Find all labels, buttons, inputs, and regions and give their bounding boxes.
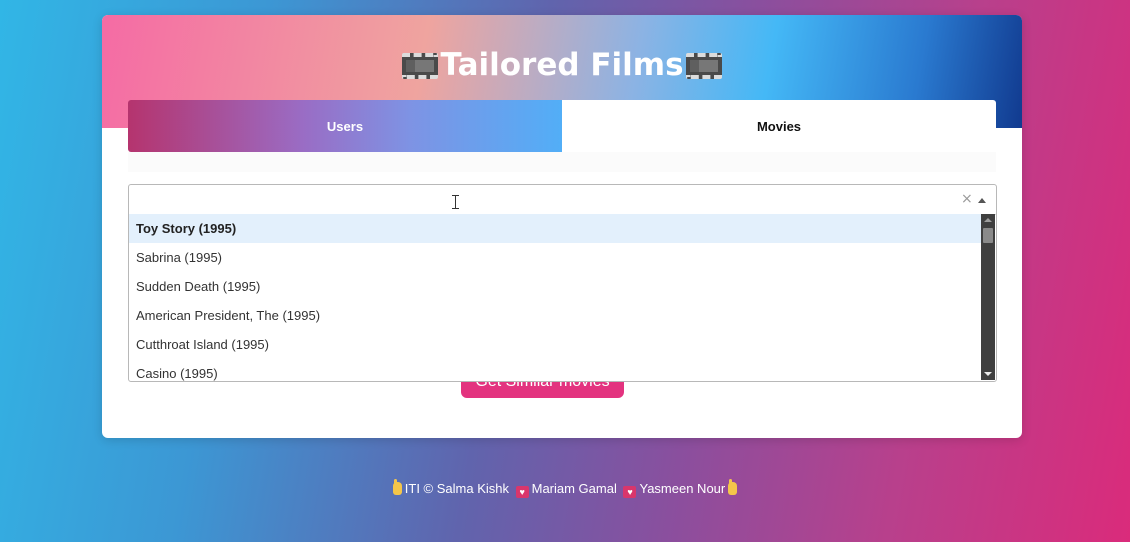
- scroll-thumb[interactable]: [983, 228, 993, 243]
- movie-option[interactable]: Sudden Death (1995): [129, 272, 981, 301]
- crossed-fingers-icon: [392, 479, 402, 495]
- app-title-text: Tailored Films: [440, 47, 684, 83]
- movie-option[interactable]: Sabrina (1995): [129, 243, 981, 272]
- footer-name-yasmeen: Yasmeen Nour: [639, 481, 726, 496]
- film-frames-icon: [402, 53, 439, 79]
- scroll-down-icon[interactable]: [984, 372, 992, 376]
- tab-bar: Users Movies: [128, 100, 996, 152]
- app-title: Tailored Films: [102, 45, 1022, 85]
- footer-credit: ITI © Salma Kishk: [404, 481, 509, 496]
- clear-icon[interactable]: ×: [961, 191, 973, 207]
- movie-option[interactable]: Cutthroat Island (1995): [129, 330, 981, 359]
- crossed-fingers-icon: [728, 479, 738, 495]
- film-frames-icon: [685, 53, 722, 79]
- main-card: Tailored Films Get Similar movies Users …: [102, 15, 1022, 438]
- tab-content-area: [128, 152, 996, 172]
- movie-select-input[interactable]: ×: [129, 185, 996, 215]
- footer-name-mariam: Mariam Gamal: [531, 481, 617, 496]
- heart-letter-icon: ♥: [623, 486, 637, 498]
- chevron-up-icon[interactable]: [978, 198, 986, 203]
- footer: ITI © Salma Kishk ♥ Mariam Gamal ♥ Yasmeen…: [0, 479, 1130, 498]
- heart-letter-icon: ♥: [515, 486, 529, 498]
- tab-movies[interactable]: Movies: [562, 100, 996, 152]
- movie-option[interactable]: Toy Story (1995): [129, 214, 981, 243]
- options-scrollbar[interactable]: [981, 214, 995, 380]
- movie-option[interactable]: American President, The (1995): [129, 301, 981, 330]
- tab-users[interactable]: Users: [128, 100, 562, 152]
- movie-select[interactable]: × Toy Story (1995) Sabrina (1995) Sudden…: [128, 184, 997, 382]
- movie-options-list: Toy Story (1995) Sabrina (1995) Sudden D…: [129, 214, 981, 381]
- scroll-up-icon[interactable]: [984, 218, 992, 222]
- text-cursor-icon: [452, 195, 459, 209]
- movie-option[interactable]: Casino (1995): [129, 359, 981, 381]
